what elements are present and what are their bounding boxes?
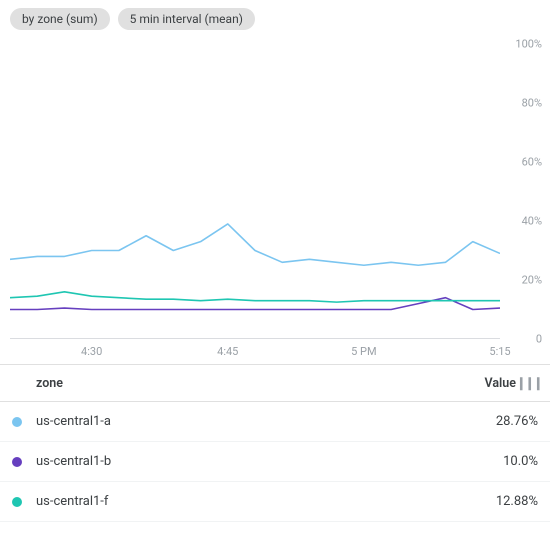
series-name: us-central1-a <box>36 414 446 429</box>
chart-svg <box>10 44 500 339</box>
legend-header: zone Value ❙❙❙ <box>0 364 550 402</box>
y-tick-label: 100% <box>515 38 542 51</box>
series-value: 28.76% <box>446 414 538 429</box>
legend-header-name[interactable]: zone <box>12 376 446 391</box>
x-tick-label: 4:45 <box>217 345 238 358</box>
filter-chips: by zone (sum) 5 min interval (mean) <box>0 0 550 34</box>
y-tick-label: 0 <box>536 333 542 346</box>
series-swatch <box>12 417 22 427</box>
legend-rows: us-central1-a28.76%us-central1-b10.0%us-… <box>0 402 550 522</box>
x-tick-label: 5:15 <box>489 345 510 358</box>
chip-by-zone[interactable]: by zone (sum) <box>10 8 110 30</box>
series-swatch <box>12 457 22 467</box>
y-tick-label: 20% <box>522 274 542 287</box>
y-tick-label: 60% <box>522 156 542 169</box>
series-value: 10.0% <box>446 454 538 469</box>
legend-row[interactable]: us-central1-f12.88% <box>0 482 550 522</box>
series-us-central1-b[interactable] <box>10 298 500 310</box>
chip-interval[interactable]: 5 min interval (mean) <box>118 8 255 30</box>
series-name: us-central1-b <box>36 454 446 469</box>
legend-row[interactable]: us-central1-a28.76% <box>0 402 550 442</box>
series-swatch <box>12 497 22 507</box>
y-tick-label: 80% <box>522 97 542 110</box>
x-tick-label: 4:30 <box>81 345 102 358</box>
legend-header-value[interactable]: Value <box>446 376 516 391</box>
series-us-central1-a[interactable] <box>10 224 500 265</box>
legend-row[interactable]: us-central1-b10.0% <box>0 442 550 482</box>
chart-area: 0 20% 40% 60% 80% 100% 4:30 4:45 5 PM 5:15 <box>0 34 550 364</box>
series-name: us-central1-f <box>36 494 446 509</box>
x-tick-label: 5 PM <box>351 345 376 358</box>
series-us-central1-f[interactable] <box>10 292 500 302</box>
series-value: 12.88% <box>446 494 538 509</box>
columns-icon[interactable]: ❙❙❙ <box>516 375 538 391</box>
y-tick-label: 40% <box>522 215 542 228</box>
